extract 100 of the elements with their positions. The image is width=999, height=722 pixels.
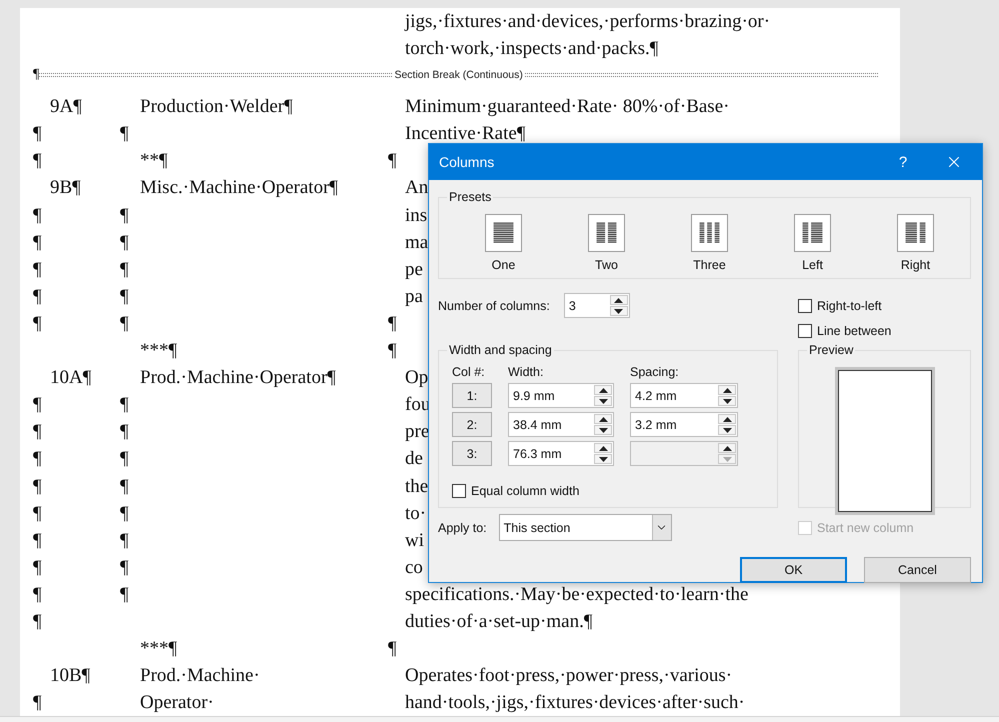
apply-to-dropdown[interactable]: This section xyxy=(498,514,672,541)
paragraph-mark: ¶ xyxy=(33,582,42,607)
paragraph-mark: ¶ xyxy=(33,68,40,82)
job-code: 9B¶ xyxy=(50,176,81,200)
spin-down-button[interactable] xyxy=(594,454,612,464)
paragraph-mark: ¶ xyxy=(33,610,42,634)
job-code: 10B¶ xyxy=(50,664,90,688)
paragraph-mark: ¶ xyxy=(33,149,42,174)
column-number-button[interactable]: 3: xyxy=(452,441,492,466)
group-label: Width and spacing xyxy=(448,343,553,357)
spin-down-button[interactable] xyxy=(610,306,628,316)
paragraph-mark: ¶ xyxy=(120,122,129,146)
group-label: Presets xyxy=(448,190,492,204)
paragraph-mark: ¶ xyxy=(33,528,42,553)
down-arrow-icon xyxy=(722,428,732,432)
job-description: pe xyxy=(405,258,423,282)
spin-up-button[interactable] xyxy=(594,414,612,424)
preset-option[interactable]: Right xyxy=(897,214,934,272)
paragraph-mark: ¶ xyxy=(120,502,129,526)
paragraph-mark: ¶ xyxy=(120,230,129,255)
width-field[interactable]: 9.9 mm xyxy=(508,383,614,408)
paragraph-mark: ¶ xyxy=(120,312,129,336)
job-title: **¶ xyxy=(140,149,168,174)
checkbox[interactable] xyxy=(798,324,812,338)
paragraph-mark: ¶ xyxy=(120,556,129,580)
job-description: the xyxy=(405,474,428,498)
preset-option[interactable]: Three xyxy=(691,214,728,272)
paragraph-mark: ¶ xyxy=(120,447,129,472)
down-arrow-icon xyxy=(614,308,624,314)
paragraph-mark: ¶ xyxy=(120,420,129,444)
job-description: de xyxy=(405,447,423,472)
paragraph-mark: ¶ xyxy=(388,149,397,174)
up-arrow-icon xyxy=(722,388,732,392)
checkbox-label: Equal column width xyxy=(471,484,580,498)
spin-down-button[interactable] xyxy=(594,425,612,435)
job-title: Prod.·Machine· xyxy=(140,664,260,688)
dialog-title: Columns xyxy=(439,154,496,170)
preset-option[interactable]: One xyxy=(485,214,522,272)
job-title: Prod.·Machine·Operator¶ xyxy=(140,366,336,390)
dialog-button[interactable]: Cancel xyxy=(864,557,971,583)
down-arrow-icon xyxy=(722,398,732,404)
up-arrow-icon xyxy=(722,416,732,422)
paragraph-mark: ¶ xyxy=(120,582,129,607)
job-title: Production·Welder¶ xyxy=(140,95,293,120)
paragraph-mark: ¶ xyxy=(33,691,42,716)
up-arrow-icon xyxy=(614,298,624,302)
spacing-field[interactable]: 3.2 mm xyxy=(630,412,738,437)
paragraph-mark: ¶ xyxy=(33,556,42,580)
down-arrow-icon xyxy=(722,456,732,462)
up-arrow-icon xyxy=(722,446,732,450)
number-of-columns-field[interactable]: 3 xyxy=(564,293,630,318)
job-description: torch·work,·inspects·and·packs.¶ xyxy=(405,37,658,62)
preset-option[interactable]: Left xyxy=(794,214,831,272)
job-description: hand·tools,·jigs,·fixtures·devices·after·such· xyxy=(405,691,745,716)
job-description: specifications.·May·be·expected·to·learn·the xyxy=(405,582,748,607)
up-arrow-icon xyxy=(598,416,608,422)
checkbox[interactable] xyxy=(452,484,466,498)
job-description: Minimum·guaranteed·Rate· 80%·of·Base· xyxy=(405,95,730,120)
spin-down-button[interactable] xyxy=(718,396,736,406)
job-title: ***¶ xyxy=(140,339,178,364)
paragraph-mark: ¶ xyxy=(33,447,42,472)
spin-up-button[interactable] xyxy=(718,414,736,424)
paragraph-mark: ¶ xyxy=(33,258,42,282)
paragraph-mark: ¶ xyxy=(388,339,397,364)
spin-up-button[interactable] xyxy=(594,385,612,395)
paragraph-mark: ¶ xyxy=(120,474,129,498)
job-description: duties·of·a·set-up·man.¶ xyxy=(405,610,592,634)
job-description: ma xyxy=(405,230,428,255)
preset-option[interactable]: Two xyxy=(588,214,625,272)
field-label: Apply to: xyxy=(438,520,487,534)
spin-up-button[interactable] xyxy=(718,385,736,395)
spacing-field[interactable]: 4.2 mm xyxy=(630,383,738,408)
paragraph-mark: ¶ xyxy=(120,393,129,418)
job-description: ins xyxy=(405,204,428,228)
spin-down-button[interactable] xyxy=(718,425,736,435)
column-header: Spacing: xyxy=(630,365,680,379)
job-title: Misc.·Machine·Operator¶ xyxy=(140,176,338,200)
job-description: jigs,·fixtures·and·devices,·performs·brazing·or· xyxy=(405,10,770,34)
paragraph-mark: ¶ xyxy=(33,420,42,444)
paragraph-mark: ¶ xyxy=(33,284,42,309)
paragraph-mark: ¶ xyxy=(33,204,42,228)
paragraph-mark: ¶ xyxy=(33,122,42,146)
checkbox-label: Right-to-left xyxy=(817,298,882,312)
spin-up-button[interactable] xyxy=(610,295,628,305)
help-button[interactable]: ? xyxy=(880,144,926,180)
column-number-button[interactable]: 2: xyxy=(452,412,492,437)
dialog-button[interactable]: OK xyxy=(740,557,847,583)
job-description: Op xyxy=(405,366,428,390)
job-description: pre xyxy=(405,420,430,444)
spin-down-button[interactable] xyxy=(594,396,612,406)
width-field[interactable]: 76.3 mm xyxy=(508,441,614,466)
paragraph-mark: ¶ xyxy=(120,284,129,309)
job-description: to· xyxy=(405,502,426,526)
paragraph-mark: ¶ xyxy=(120,258,129,282)
spin-up-button[interactable] xyxy=(594,443,612,453)
section-break-label: Section Break (Continuous) xyxy=(393,68,524,81)
up-arrow-icon xyxy=(598,388,608,392)
column-number-button[interactable]: 1: xyxy=(452,383,492,408)
width-field[interactable]: 38.4 mm xyxy=(508,412,614,437)
checkbox[interactable] xyxy=(798,298,812,312)
